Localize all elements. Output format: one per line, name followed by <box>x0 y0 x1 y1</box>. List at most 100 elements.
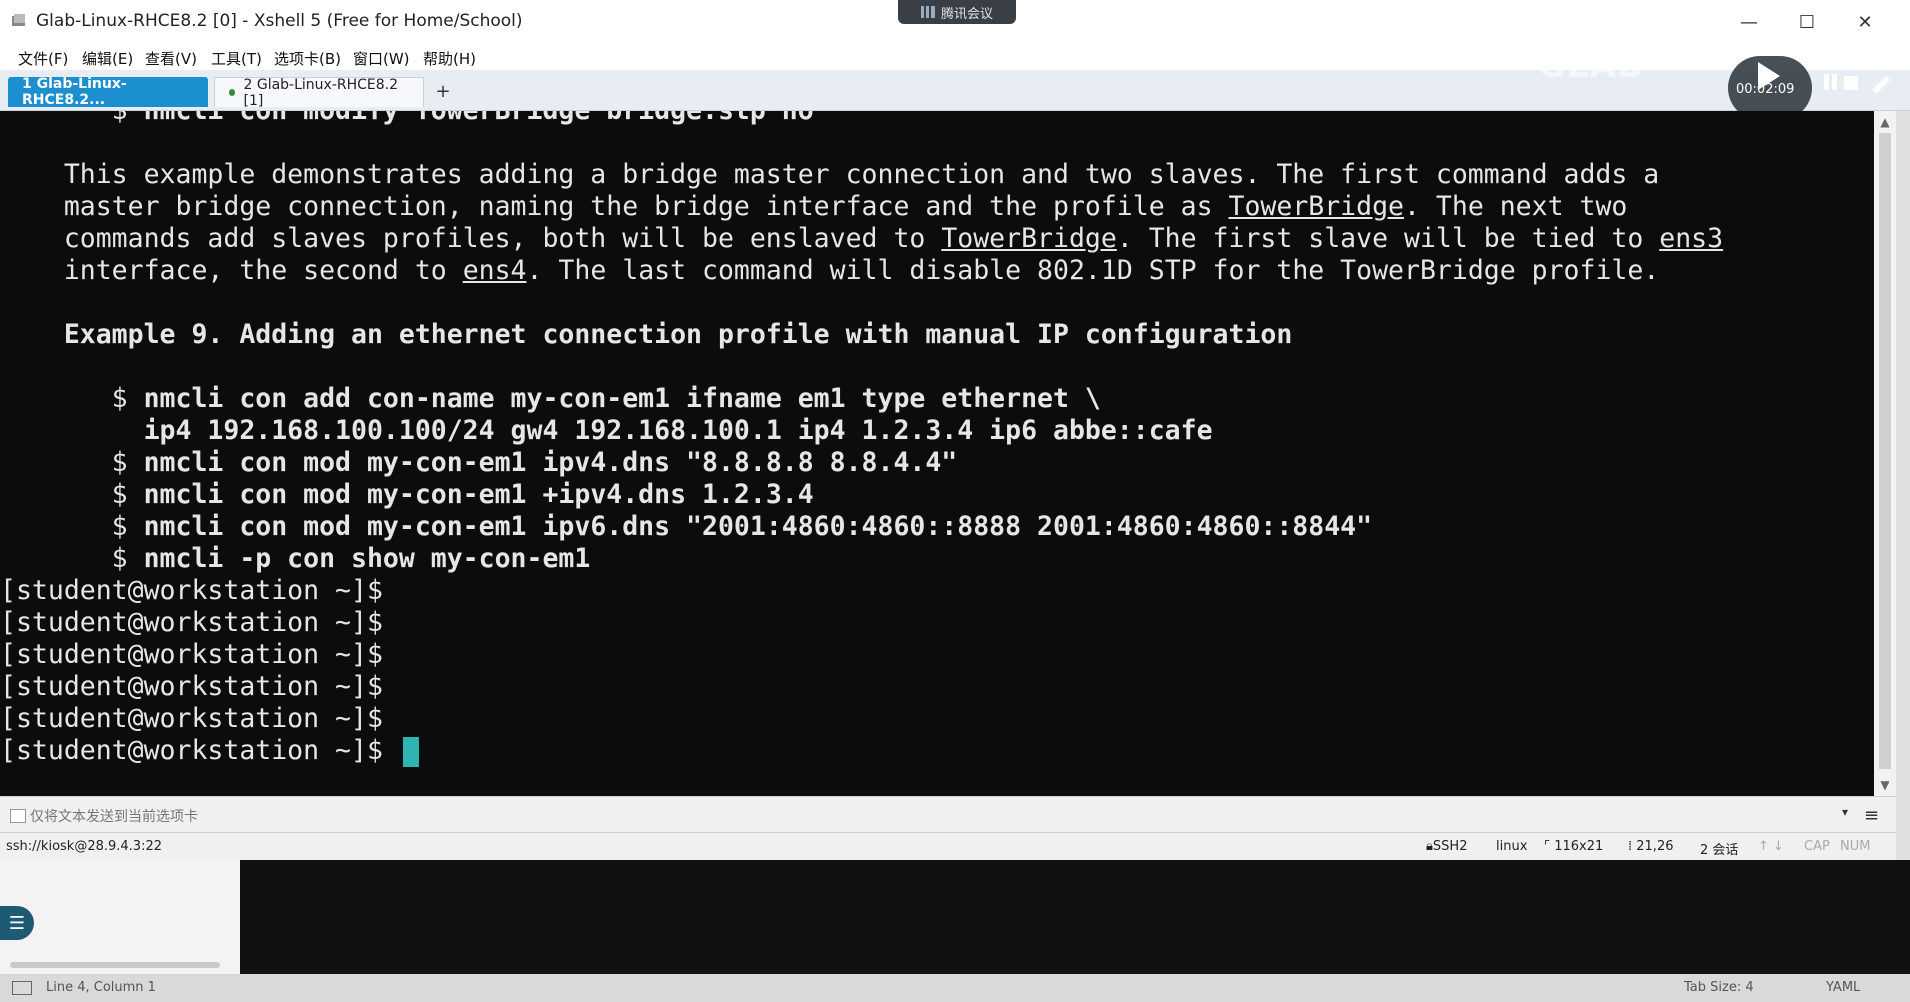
terminal-line: commands add slaves profiles, both will … <box>0 223 1723 255</box>
terminal-text: . The first slave will be tied to <box>1116 223 1660 254</box>
recorder-time: 00:02:09 <box>1736 82 1795 97</box>
status-bar: ssh://kiosk@28.9.4.3:22 🔒︎SSH2 linux ⌜ 1… <box>0 832 1896 861</box>
pause-stop-icon <box>1824 74 1890 94</box>
tab-session-2[interactable]: 2 Glab-Linux-RHCE8.2 [1] <box>214 76 424 109</box>
list-icon[interactable]: ☰ <box>0 906 34 940</box>
editor-line-column[interactable]: Line 4, Column 1 <box>46 980 156 995</box>
caps-indicator: CAP <box>1804 839 1830 854</box>
terminal-text: nmcli con mod my-con-em1 ipv6.dns "2001:… <box>143 511 1373 542</box>
new-tab-button[interactable]: + <box>432 80 454 102</box>
editor-content <box>240 860 1910 974</box>
panel-icon[interactable] <box>12 981 32 995</box>
menu-file[interactable]: 文件(F) <box>18 48 68 69</box>
terminal-line: [student@workstation ~]$ <box>0 607 383 639</box>
window-edge <box>1896 111 1910 860</box>
tab-label: 1 Glab-Linux-RHCE8.2... <box>22 76 127 108</box>
meeting-badge[interactable]: 腾讯会议 <box>898 0 1016 24</box>
scroll-up-icon[interactable]: ▲ <box>1878 115 1892 129</box>
menu-tools[interactable]: 工具(T) <box>211 48 262 69</box>
maximize-button[interactable]: ☐ <box>1784 8 1830 36</box>
compose-menu-icon[interactable]: ≡ <box>1864 805 1879 826</box>
terminal-line: [student@workstation ~]$ <box>0 671 383 703</box>
terminal-text: $ <box>0 479 144 510</box>
terminal-line: $ nmcli con modify TowerBridge bridge.st… <box>0 111 814 127</box>
menu-window[interactable]: 窗口(W) <box>353 48 410 69</box>
protocol-status: 🔒︎SSH2 <box>1426 839 1468 854</box>
terminal-size: ⌜ 116x21 <box>1544 839 1604 854</box>
terminal-text: nmcli con modify TowerBridge bridge.stp … <box>144 111 814 126</box>
terminal-text: $ <box>0 111 144 126</box>
resize-icon: ⌜ <box>1544 839 1555 854</box>
terminal-text: ip4 192.168.100.100/24 gw4 192.168.100.1… <box>143 415 1213 446</box>
terminal-line: master bridge connection, naming the bri… <box>0 191 1628 223</box>
editor-language[interactable]: YAML <box>1826 980 1860 995</box>
editor-status-bar: Line 4, Column 1 Tab Size: 4 YAML <box>0 974 1910 1002</box>
terminal-cursor <box>402 736 419 767</box>
terminal-text: $ <box>0 447 144 478</box>
session-count: 2 会话 <box>1700 843 1739 858</box>
terminal-text: $ <box>0 543 144 574</box>
terminal-text: interface, the second to <box>0 255 463 286</box>
compose-bar[interactable]: 仅将文本发送到当前选项卡 ▾ ≡ <box>0 796 1896 833</box>
menu-edit[interactable]: 编辑(E) <box>82 48 133 69</box>
transfer-arrows-icon: ↑ ↓ <box>1758 839 1784 854</box>
xshell-app-icon <box>12 14 25 26</box>
terminal-text: [student@workstation ~]$ <box>0 703 383 734</box>
terminal-text: [student@workstation ~]$ <box>0 735 399 766</box>
terminal-type: linux <box>1496 839 1528 854</box>
terminal-text: $ <box>0 511 144 542</box>
editor-tab-size[interactable]: Tab Size: 4 <box>1684 980 1754 995</box>
compose-icon <box>10 809 26 823</box>
terminal-line: [student@workstation ~]$ <box>0 735 419 767</box>
compose-input[interactable]: 仅将文本发送到当前选项卡 <box>30 806 198 826</box>
terminal-line: [student@workstation ~]$ <box>0 639 383 671</box>
meeting-badge-label: 腾讯会议 <box>940 6 993 22</box>
terminal-text: [student@workstation ~]$ <box>0 639 383 670</box>
terminal-text: . The last command will disable 802.1D S… <box>526 255 1660 286</box>
minimize-button[interactable]: — <box>1726 8 1772 36</box>
window-title: Glab-Linux-RHCE8.2 [0] - Xshell 5 (Free … <box>36 11 523 31</box>
scroll-thumb[interactable] <box>1879 133 1891 769</box>
terminal-text: [student@workstation ~]$ <box>0 671 383 702</box>
terminal-line: Example 9. Adding an ethernet connection… <box>0 319 1293 351</box>
terminal-line: interface, the second to ens4. The last … <box>0 255 1659 287</box>
terminal-text: TowerBridge <box>1228 191 1405 222</box>
connection-address: ssh://kiosk@28.9.4.3:22 <box>6 839 162 854</box>
terminal-line: $ nmcli -p con show my-con-em1 <box>0 543 591 575</box>
terminal-scrollbar[interactable]: ▲ ▼ <box>1874 111 1896 796</box>
cursor-position: ⁞ 21,26 <box>1628 839 1674 854</box>
terminal-text: . The next two <box>1404 191 1628 222</box>
tab-label: 2 Glab-Linux-RHCE8.2 [1] <box>243 76 399 109</box>
menu-help[interactable]: 帮助(H) <box>423 48 476 69</box>
signal-icon <box>920 6 935 18</box>
terminal-text: nmcli con mod my-con-em1 ipv4.dns "8.8.8… <box>143 447 958 478</box>
close-button[interactable]: ✕ <box>1842 8 1888 36</box>
terminal-line: [student@workstation ~]$ <box>0 703 383 735</box>
terminal-line: $ nmcli con add con-name my-con-em1 ifna… <box>0 383 1101 415</box>
terminal-line: $ nmcli con mod my-con-em1 +ipv4.dns 1.2… <box>0 479 814 511</box>
scroll-down-icon[interactable]: ▼ <box>1878 778 1892 792</box>
terminal-line: [student@workstation ~]$ <box>0 575 383 607</box>
menu-view[interactable]: 查看(V) <box>145 48 197 69</box>
terminal-text: [student@workstation ~]$ <box>0 575 383 606</box>
terminal-text: Example 9. Adding an ethernet connection… <box>0 319 1293 350</box>
tab-session-1[interactable]: 1 Glab-Linux-RHCE8.2... <box>8 76 208 108</box>
recorder-controls-icon[interactable] <box>1820 66 1900 96</box>
terminal-text: ens4 <box>462 255 527 286</box>
compose-dropdown-icon[interactable]: ▾ <box>1842 805 1848 819</box>
terminal-text: TowerBridge <box>941 223 1117 254</box>
num-indicator: NUM <box>1840 839 1871 854</box>
lock-icon: 🔒︎ <box>1426 839 1433 854</box>
terminal-text: $ <box>0 383 144 414</box>
terminal-line: $ nmcli con mod my-con-em1 ipv4.dns "8.8… <box>0 447 958 479</box>
editor-scrollbar[interactable] <box>10 962 220 968</box>
terminal-line: ip4 192.168.100.100/24 gw4 192.168.100.1… <box>0 415 1213 447</box>
terminal-text: nmcli -p con show my-con-em1 <box>143 543 591 574</box>
terminal-output[interactable]: $ nmcli con modify TowerBridge bridge.st… <box>0 111 1874 796</box>
terminal-text: [student@workstation ~]$ <box>0 607 383 638</box>
terminal-text: master bridge connection, naming the bri… <box>0 191 1229 222</box>
editor-sidebar <box>0 860 240 974</box>
menu-tabs[interactable]: 选项卡(B) <box>274 48 341 69</box>
terminal-text: commands add slaves profiles, both will … <box>0 223 942 254</box>
